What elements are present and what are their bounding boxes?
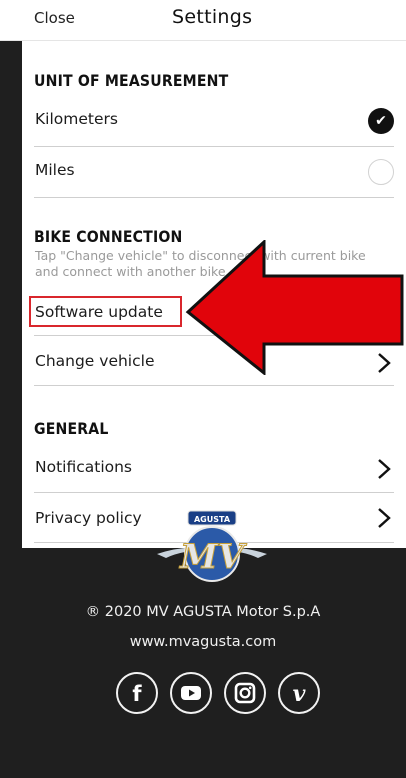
change-vehicle-label: Change vehicle bbox=[35, 352, 155, 370]
divider bbox=[34, 197, 394, 198]
mv-agusta-logo: AGUSTA MV bbox=[157, 510, 267, 582]
divider bbox=[34, 146, 394, 147]
divider bbox=[34, 492, 394, 493]
copyright-text: ® 2020 MV AGUSTA Motor S.p.A bbox=[85, 604, 321, 620]
svg-text:v: v bbox=[293, 681, 306, 707]
youtube-icon[interactable] bbox=[170, 672, 212, 714]
unit-section-heading: UNIT OF MEASUREMENT bbox=[34, 71, 229, 90]
svg-text:f: f bbox=[132, 682, 142, 706]
logo-badge-text: AGUSTA bbox=[194, 515, 231, 524]
bike-section-heading: BIKE CONNECTION bbox=[34, 227, 183, 246]
close-button[interactable]: Close bbox=[34, 9, 75, 27]
kilometers-label: Kilometers bbox=[35, 110, 118, 128]
vimeo-icon[interactable]: v bbox=[278, 672, 320, 714]
instagram-icon[interactable] bbox=[224, 672, 266, 714]
chevron-right-icon bbox=[378, 459, 391, 479]
checkmark-icon: ✔ bbox=[368, 108, 394, 134]
miles-label: Miles bbox=[35, 161, 75, 179]
chevron-right-icon bbox=[378, 508, 391, 528]
privacy-policy-label: Privacy policy bbox=[35, 509, 142, 527]
logo-text: MV bbox=[179, 537, 248, 577]
general-section-heading: GENERAL bbox=[34, 419, 109, 438]
page-title: Settings bbox=[172, 6, 253, 28]
software-update-item[interactable]: Software update bbox=[35, 303, 163, 321]
website-link[interactable]: www.mvagusta.com bbox=[0, 634, 406, 650]
top-bar: Close Settings bbox=[0, 0, 406, 41]
notifications-label: Notifications bbox=[35, 458, 133, 476]
radio-empty-icon bbox=[368, 159, 394, 185]
red-arrow-annotation bbox=[185, 240, 404, 375]
divider bbox=[34, 385, 394, 386]
facebook-icon[interactable]: f bbox=[116, 672, 158, 714]
